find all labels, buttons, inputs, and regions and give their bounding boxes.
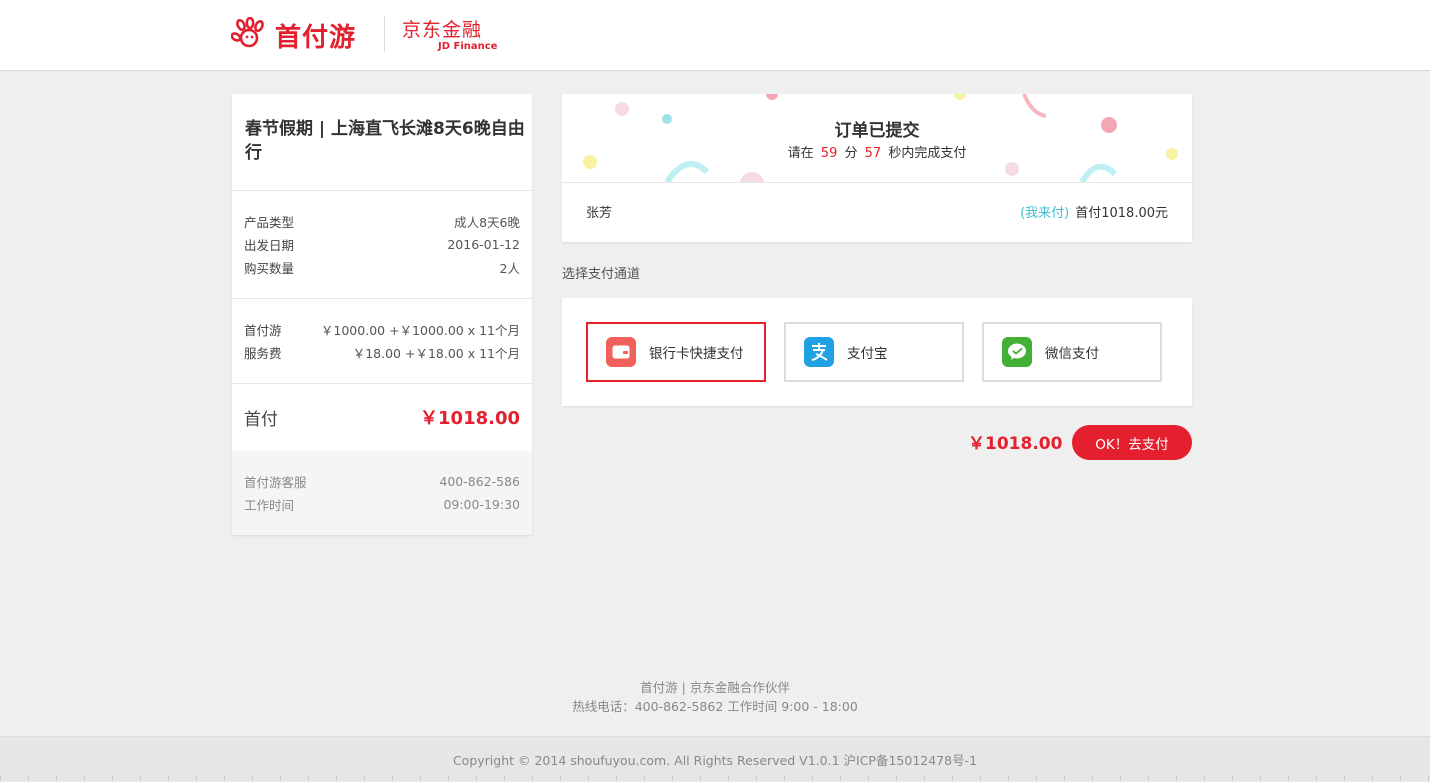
detail-row-date: 出发日期 2016-01-12 [244,234,520,254]
pay-option-alipay[interactable]: 支付宝 [784,322,964,382]
wechat-pay-icon [1002,337,1032,367]
countdown-minutes-unit: 分 [844,146,858,161]
payment-channel-card: 银行卡快捷支付 支付宝 微信支付 [562,298,1192,406]
detail-label: 购买数量 [244,260,295,276]
divider [232,298,532,299]
pay-option-bank-card[interactable]: 银行卡快捷支付 [586,322,766,382]
countdown-prefix: 请在 [787,146,814,161]
detail-label: 出发日期 [244,237,295,253]
service-row-phone: 首付游客服 400-862-586 [244,471,520,491]
payer-tag: (我来付) [1020,206,1070,221]
fee-row-service: 服务费 ￥18.00 +￥18.00 x 11个月 [244,342,520,362]
payer-amount-row: (我来付) 首付1018.00元 [1020,202,1168,221]
jd-finance-logo[interactable]: 京东金融 JD Finance [402,18,502,58]
jd-finance-en: JD Finance [438,41,498,52]
total-label: 首付 [244,409,278,430]
countdown-suffix: 秒内完成支付 [888,146,967,161]
fee-value: ￥18.00 +￥18.00 x 11个月 [352,345,520,361]
payment-countdown: 请在 59 分 57 秒内完成支付 [562,142,1192,161]
go-pay-button[interactable]: OK！去支付 [1072,425,1192,460]
bottom-dash-border [0,776,1430,780]
footer-partner-line: 首付游 | 京东金融合作伙伴 [640,680,790,695]
footer-hotline: 热线电话：400-862-5862 工作时间 9:00 - 18:00 [572,699,858,714]
fee-row-downpayment: 首付游 ￥1000.00 +￥1000.00 x 11个月 [244,319,520,339]
detail-row-type: 产品类型 成人8天6晚 [244,211,520,231]
top-header: 首付游 京东金融 JD Finance [0,0,1430,71]
detail-value: 2人 [499,260,520,276]
service-label: 首付游客服 [244,474,307,490]
detail-row-quantity: 购买数量 2人 [244,257,520,277]
divider [232,190,532,191]
service-phone: 400-862-586 [439,473,520,489]
order-status-card: 订单已提交 请在 59 分 57 秒内完成支付 张芳 (我来付) 首付1018.0… [562,94,1192,242]
countdown-minutes: 59 [820,146,838,161]
fee-label: 服务费 [244,345,282,361]
brand-name: 首付游 [275,22,357,53]
pay-option-label: 银行卡快捷支付 [649,346,744,362]
logo-divider [384,16,385,52]
customer-service-box: 首付游客服 400-862-586 工作时间 09:00-19:30 [232,451,532,535]
payer-amount: 首付1018.00元 [1075,206,1168,221]
pay-option-label: 支付宝 [847,346,888,362]
total-amount: ￥1018.00 [420,408,520,429]
payment-channel-label: 选择支付通道 [562,267,641,282]
product-title: 春节假期 | 上海直飞长滩8天6晚自由行 [245,119,525,163]
divider [232,383,532,384]
fee-value: ￥1000.00 +￥1000.00 x 11个月 [320,322,520,338]
pay-option-wechat[interactable]: 微信支付 [982,322,1162,382]
shoufuyou-logo[interactable]: 首付游 [231,15,371,55]
pay-amount: ￥1018.00 [968,434,1063,454]
service-label: 工作时间 [244,497,295,513]
alipay-icon [804,337,834,367]
detail-value: 成人8天6晚 [454,214,520,230]
fee-label: 首付游 [244,322,282,338]
jd-finance-cn: 京东金融 [402,19,483,41]
service-row-hours: 工作时间 09:00-19:30 [244,494,520,514]
service-hours: 09:00-19:30 [443,496,520,512]
pay-option-label: 微信支付 [1045,346,1099,362]
hand-logo-icon [231,17,264,48]
copyright-text: Copyright © 2014 shoufuyou.com. All Righ… [452,753,978,768]
detail-label: 产品类型 [244,214,295,230]
total-row: 首付 ￥1018.00 [244,402,520,432]
bank-card-icon [606,337,636,367]
divider [562,182,1192,183]
order-submitted-title: 订单已提交 [834,121,920,141]
copyright-bar: Copyright © 2014 shoufuyou.com. All Righ… [0,736,1430,782]
countdown-seconds: 57 [864,146,882,161]
detail-value: 2016-01-12 [447,236,520,252]
payer-name: 张芳 [586,206,613,221]
product-summary-card: 春节假期 | 上海直飞长滩8天6晚自由行 产品类型 成人8天6晚 出发日期 20… [232,94,532,535]
